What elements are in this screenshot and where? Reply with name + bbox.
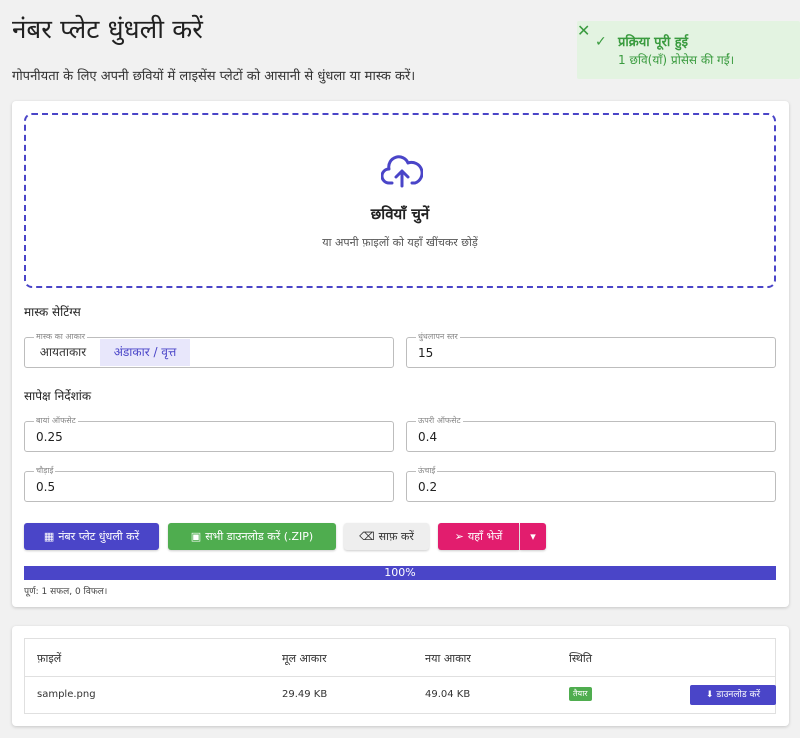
blur-level-field[interactable]: धुंधलापन स्तर 15: [406, 331, 776, 368]
chevron-down-icon: ▾: [530, 530, 536, 543]
send-options-dropdown[interactable]: ▾: [520, 523, 546, 550]
download-zip-button[interactable]: ▣ सभी डाउनलोड करें (.ZIP): [168, 523, 336, 550]
blur-level-value[interactable]: 15: [418, 346, 433, 360]
left-offset-label: बायां ऑफसेट: [34, 415, 78, 427]
top-offset-label: ऊपरी ऑफसेट: [416, 415, 463, 427]
toast-message: 1 छवि(याँ) प्रोसेस की गईं।: [618, 53, 735, 67]
row-original-size: 29.49 KB: [282, 689, 328, 700]
left-offset-value[interactable]: 0.25: [36, 430, 63, 444]
height-value[interactable]: 0.2: [418, 480, 437, 494]
blur-plates-label: नंबर प्लेट धुंधली करें: [58, 530, 140, 543]
cloud-upload-icon: [381, 155, 423, 188]
clear-button[interactable]: ⌫ साफ़ करें: [344, 523, 429, 550]
shape-oval-toggle[interactable]: अंडाकार / वृत्त: [100, 339, 190, 366]
page-subtitle: गोपनीयता के लिए अपनी छवियों में लाइसेंस …: [12, 69, 416, 84]
left-offset-field[interactable]: बायां ऑफसेट 0.25: [24, 415, 394, 452]
check-icon: ✓: [595, 34, 607, 50]
height-label: ऊंचाई: [416, 465, 438, 477]
send-button[interactable]: ➢ यहाँ भेजें: [438, 523, 519, 550]
header-files: फ़ाइलें: [37, 652, 62, 665]
row-new-size: 49.04 KB: [425, 689, 471, 700]
blur-plates-button[interactable]: ▦ नंबर प्लेट धुंधली करें: [24, 523, 159, 550]
header-new-size: नया आकार: [425, 652, 471, 665]
top-offset-field[interactable]: ऊपरी ऑफसेट 0.4: [406, 415, 776, 452]
file-dropzone[interactable]: छवियाँ चुनें या अपनी फ़ाइलों को यहाँ खीं…: [24, 113, 776, 288]
progress-bar: 100%: [24, 566, 776, 580]
download-file-button[interactable]: ⬇ डाउनलोड करें: [690, 685, 776, 705]
send-label: यहाँ भेजें: [467, 530, 503, 543]
mask-shape-field: मास्क का आकार आयताकार अंडाकार / वृत्त: [24, 331, 394, 368]
progress-label: 100%: [384, 566, 416, 579]
shape-rectangle-toggle[interactable]: आयताकार: [26, 339, 100, 366]
dropzone-title: छवियाँ चुनें: [370, 205, 430, 223]
blur-level-label: धुंधलापन स्तर: [416, 331, 460, 343]
header-status: स्थिति: [569, 652, 593, 665]
mask-settings-heading: मास्क सेटिंग्स: [24, 305, 81, 319]
header-original-size: मूल आकार: [282, 652, 327, 665]
clear-icon: ⌫: [359, 530, 375, 543]
success-toast: ✓ प्रक्रिया पूरी हुई 1 छवि(याँ) प्रोसेस …: [577, 21, 800, 79]
width-label: चौड़ाई: [34, 465, 56, 477]
page-title: नंबर प्लेट धुंधली करें: [12, 15, 203, 45]
grid-icon: ▦: [43, 530, 55, 543]
relative-coords-heading: सापेक्ष निर्देशांक: [24, 389, 92, 403]
folder-download-icon: ▣: [190, 530, 202, 543]
files-table: फ़ाइलें मूल आकार नया आकार स्थिति sample.…: [24, 638, 776, 714]
send-icon: ➢: [454, 530, 464, 543]
width-value[interactable]: 0.5: [36, 480, 55, 494]
download-zip-label: सभी डाउनलोड करें (.ZIP): [205, 530, 314, 543]
dropzone-subtitle: या अपनी फ़ाइलों को यहाँ खींचकर छोड़ें: [322, 236, 478, 249]
top-offset-value[interactable]: 0.4: [418, 430, 437, 444]
close-icon[interactable]: ✕: [577, 21, 590, 40]
download-icon: ⬇: [705, 690, 717, 700]
download-file-label: डाउनलोड करें: [716, 690, 761, 700]
status-badge: तैयार: [569, 687, 592, 701]
progress-status: पूर्ण: 1 सफल, 0 विफल।: [24, 587, 108, 597]
row-file-name: sample.png: [37, 689, 96, 700]
height-field[interactable]: ऊंचाई 0.2: [406, 465, 776, 502]
header-divider: [25, 676, 775, 677]
clear-label: साफ़ करें: [378, 530, 414, 543]
toast-title: प्रक्रिया पूरी हुई: [618, 35, 689, 50]
width-field[interactable]: चौड़ाई 0.5: [24, 465, 394, 502]
